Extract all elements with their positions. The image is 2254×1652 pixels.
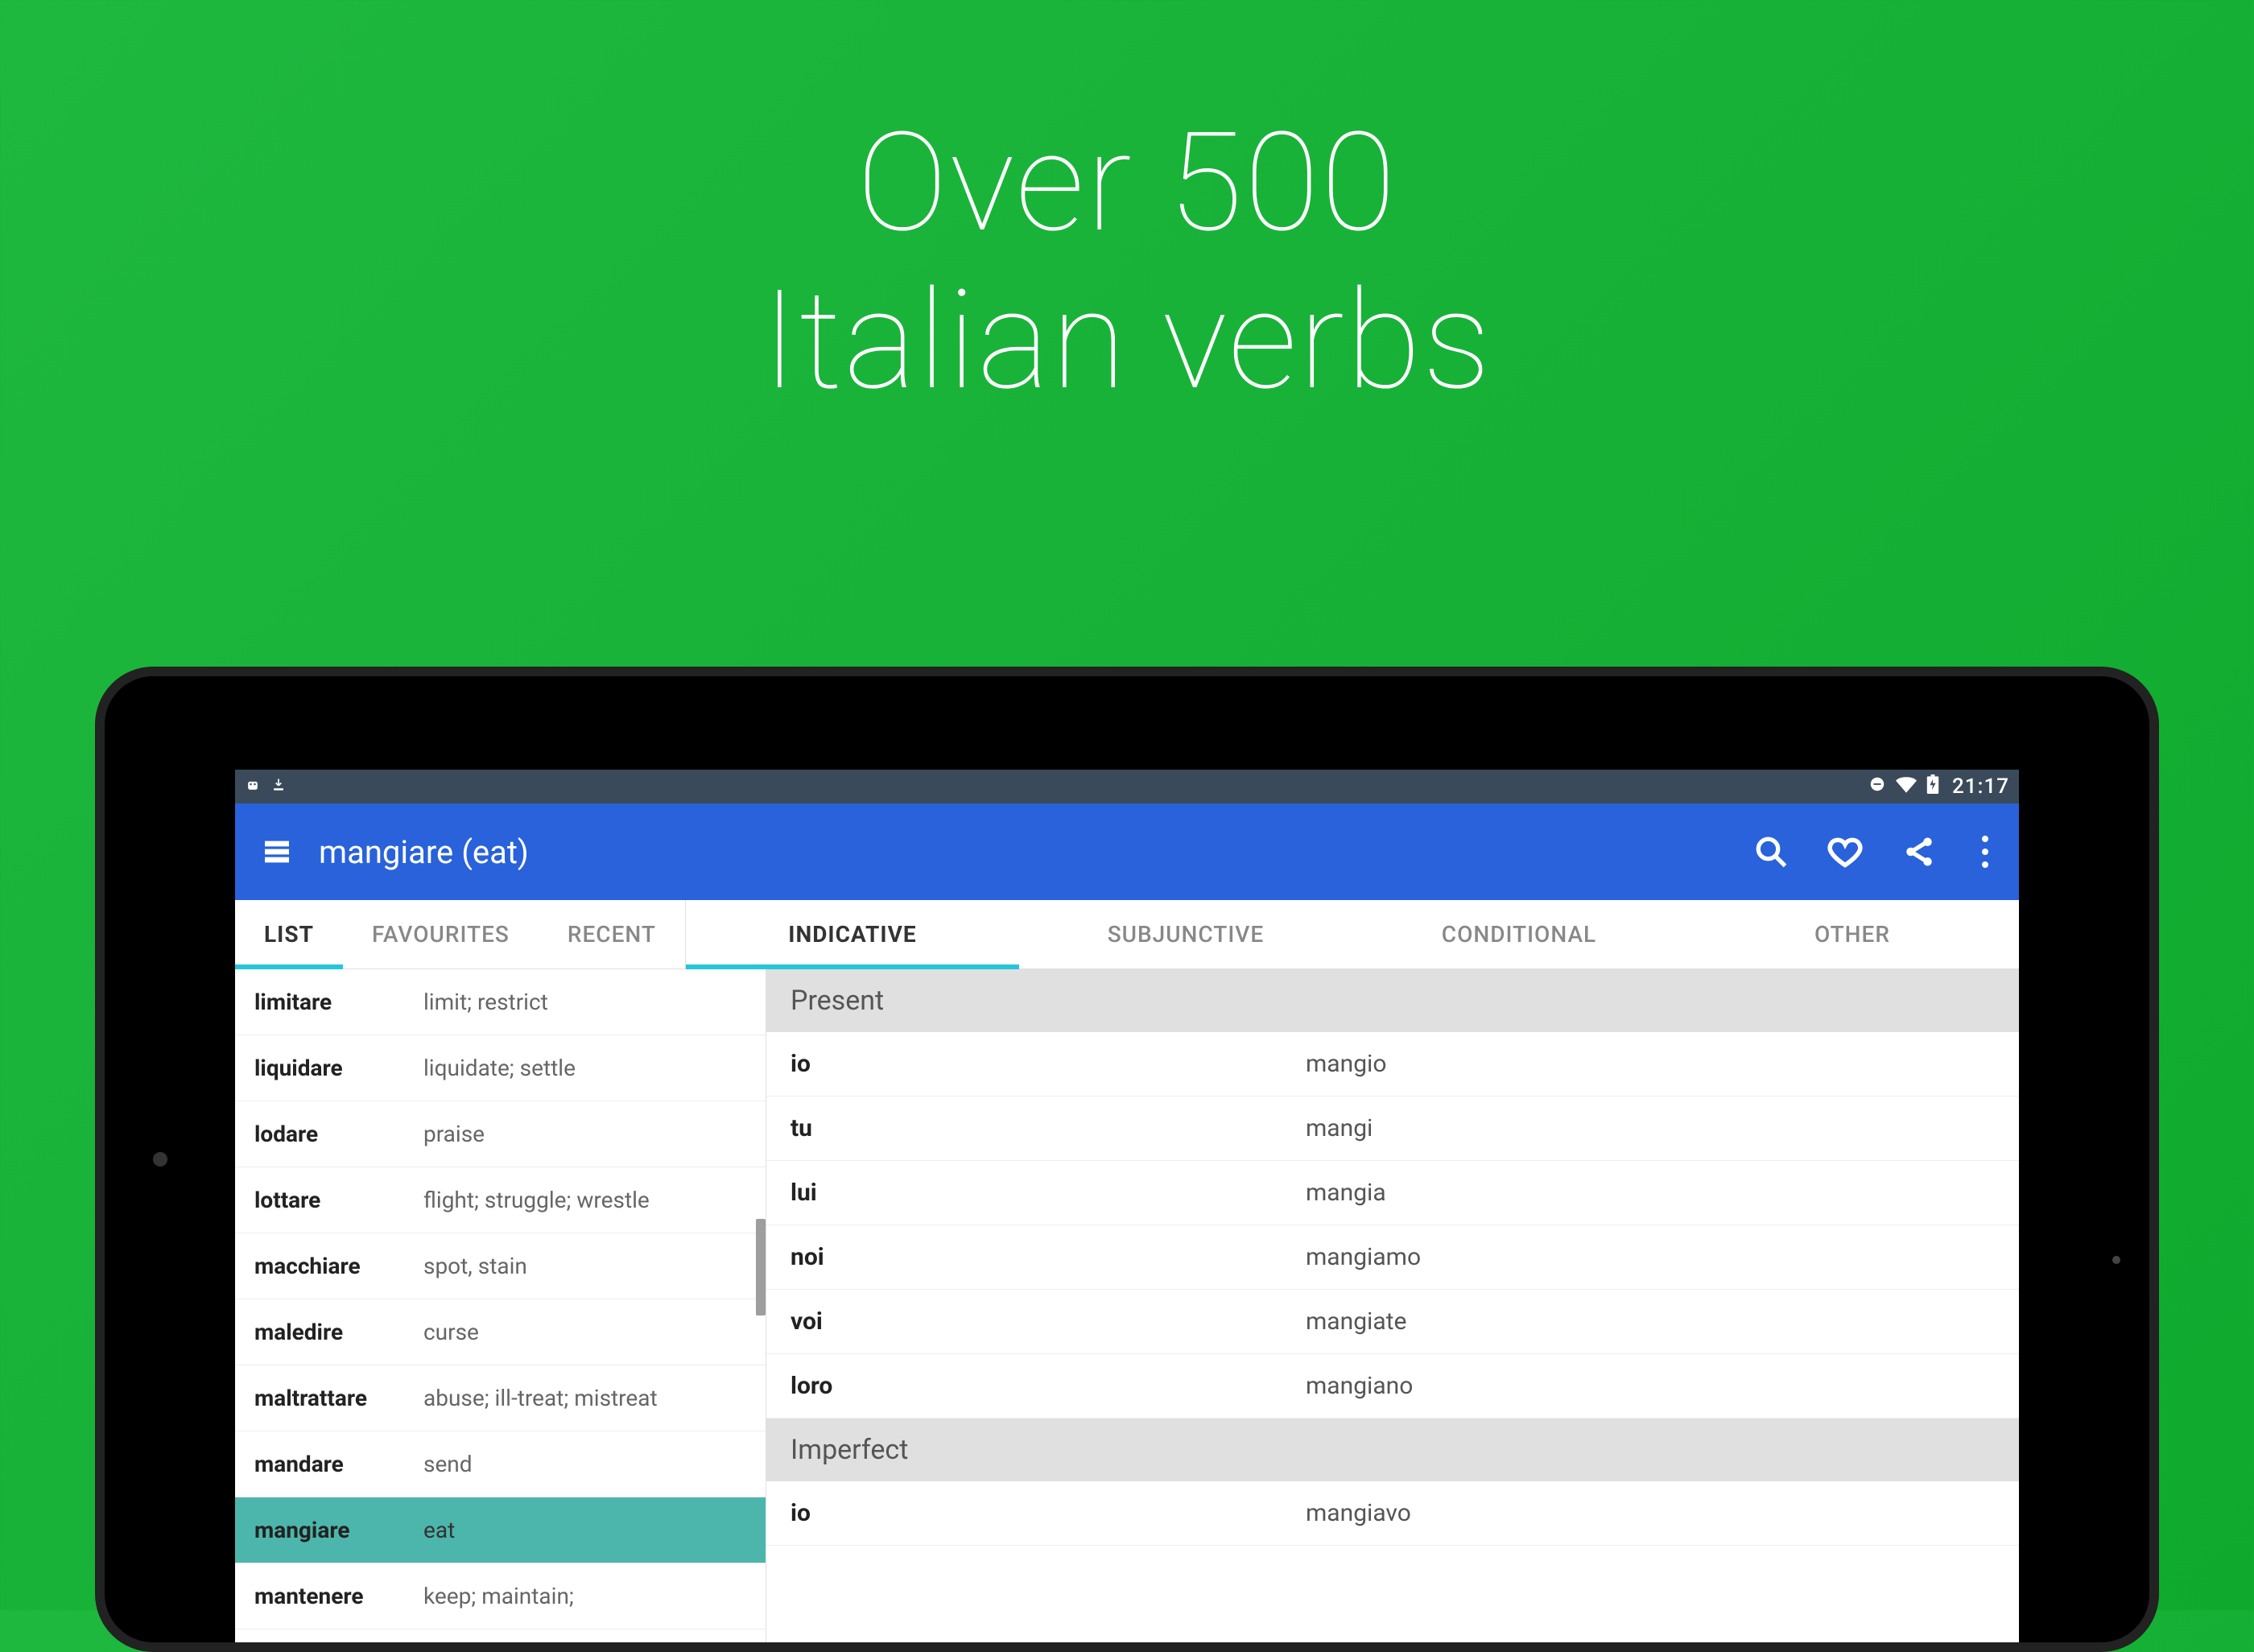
- tab-right-other[interactable]: OTHER: [1686, 900, 2019, 968]
- verb-definition: abuse; ill-treat; mistreat: [423, 1385, 658, 1411]
- pronoun: tu: [791, 1114, 1306, 1142]
- verb-row[interactable]: maledirecurse: [235, 1299, 766, 1365]
- verb-word: maltrattare: [254, 1385, 423, 1411]
- verb-definition: liquidate; settle: [423, 1055, 576, 1081]
- verb-definition: limit; restrict: [423, 989, 548, 1015]
- verb-row[interactable]: mantenerekeep; maintain;: [235, 1563, 766, 1629]
- android-statusbar: 21:17: [235, 770, 2019, 803]
- tab-right-subjunctive[interactable]: SUBJUNCTIVE: [1019, 900, 1352, 968]
- download-icon: [270, 774, 287, 799]
- verb-word: mantenere: [254, 1583, 423, 1609]
- debug-icon: [245, 774, 261, 799]
- verb-form: mangia: [1306, 1179, 1386, 1207]
- pronoun: noi: [791, 1243, 1306, 1271]
- verb-row[interactable]: liquidareliquidate; settle: [235, 1035, 766, 1101]
- app-bar: mangiare (eat): [235, 803, 2019, 900]
- verb-word: limitare: [254, 989, 423, 1015]
- verb-row[interactable]: lottareflight; struggle; wrestle: [235, 1167, 766, 1233]
- tab-left-list[interactable]: LIST: [235, 900, 343, 968]
- verb-form: mangiano: [1306, 1372, 1413, 1400]
- pronoun: loro: [791, 1372, 1306, 1400]
- tablet-frame: 21:17 mangiare (eat) LISTF: [105, 676, 2149, 1642]
- conjugation-row: tumangi: [766, 1097, 2019, 1161]
- verb-definition: eat: [423, 1517, 455, 1543]
- verb-form: mangi: [1306, 1114, 1373, 1142]
- heart-icon[interactable]: [1827, 834, 1863, 869]
- conjugation-row: iomangiavo: [766, 1481, 2019, 1546]
- overflow-menu-icon[interactable]: [1975, 836, 1995, 868]
- verb-word: liquidare: [254, 1055, 423, 1081]
- tabs-row: LISTFAVOURITESRECENT INDICATIVESUBJUNCTI…: [235, 900, 2019, 969]
- verb-form: mangio: [1306, 1050, 1386, 1078]
- verb-row[interactable]: maltrattareabuse; ill-treat; mistreat: [235, 1365, 766, 1431]
- verb-word: maledire: [254, 1319, 423, 1345]
- verb-word: lodare: [254, 1121, 423, 1147]
- pronoun: voi: [791, 1307, 1306, 1336]
- conjugation-row: noimangiamo: [766, 1225, 2019, 1290]
- verb-word: mandare: [254, 1451, 423, 1477]
- verb-definition: spot, stain: [423, 1253, 527, 1279]
- conjugation-row: iomangio: [766, 1032, 2019, 1097]
- verb-word: lottare: [254, 1187, 423, 1213]
- conjugation-row: loromangiano: [766, 1354, 2019, 1419]
- verb-form: mangiavo: [1306, 1499, 1411, 1527]
- verb-definition: curse: [423, 1319, 479, 1345]
- verb-definition: keep; maintain;: [423, 1583, 574, 1609]
- pronoun: io: [791, 1499, 1306, 1527]
- statusbar-time: 21:17: [1952, 774, 2009, 799]
- marketing-headline: Over 500 Italian verbs: [0, 105, 2254, 419]
- tab-left-recent[interactable]: RECENT: [539, 900, 685, 968]
- verb-form: mangiamo: [1306, 1243, 1421, 1271]
- tablet-screen: 21:17 mangiare (eat) LISTF: [235, 770, 2019, 1642]
- search-icon[interactable]: [1753, 834, 1789, 869]
- tense-header: Present: [766, 969, 2019, 1032]
- verb-row[interactable]: mangiareeat: [235, 1497, 766, 1563]
- verb-row[interactable]: limitarelimit; restrict: [235, 969, 766, 1035]
- pronoun: io: [791, 1050, 1306, 1078]
- conjugation-row: voimangiate: [766, 1290, 2019, 1354]
- verb-row[interactable]: mandaresend: [235, 1431, 766, 1497]
- verb-definition: flight; struggle; wrestle: [423, 1187, 650, 1213]
- verb-form: mangiate: [1306, 1307, 1406, 1336]
- verb-list[interactable]: limitarelimit; restrictliquidareliquidat…: [235, 969, 766, 1642]
- tab-right-indicative[interactable]: INDICATIVE: [686, 900, 1019, 968]
- tense-header: Imperfect: [766, 1419, 2019, 1481]
- wifi-icon: [1896, 774, 1917, 799]
- tablet-camera: [153, 1152, 167, 1167]
- battery-icon: [1926, 774, 1939, 799]
- verb-definition: praise: [423, 1121, 485, 1147]
- headline-line-2: Italian verbs: [0, 262, 2254, 420]
- menu-icon[interactable]: [259, 834, 295, 869]
- tablet-indicator: [2112, 1256, 2120, 1264]
- share-icon[interactable]: [1901, 834, 1937, 869]
- tab-left-favourites[interactable]: FAVOURITES: [343, 900, 539, 968]
- verb-row[interactable]: macchiarespot, stain: [235, 1233, 766, 1299]
- verb-word: macchiare: [254, 1253, 423, 1279]
- conjugation-row: luimangia: [766, 1161, 2019, 1225]
- appbar-title: mangiare (eat): [319, 833, 529, 871]
- verb-definition: send: [423, 1451, 473, 1477]
- tab-right-conditional[interactable]: CONDITIONAL: [1352, 900, 1686, 968]
- verb-word: mangiare: [254, 1517, 423, 1543]
- dnd-icon: [1868, 774, 1886, 799]
- headline-line-1: Over 500: [0, 105, 2254, 262]
- scrollbar-thumb[interactable]: [756, 1219, 766, 1315]
- verb-row[interactable]: lodarepraise: [235, 1101, 766, 1167]
- pronoun: lui: [791, 1179, 1306, 1207]
- conjugation-panel[interactable]: Presentiomangiotumangiluimangianoimangia…: [766, 969, 2019, 1642]
